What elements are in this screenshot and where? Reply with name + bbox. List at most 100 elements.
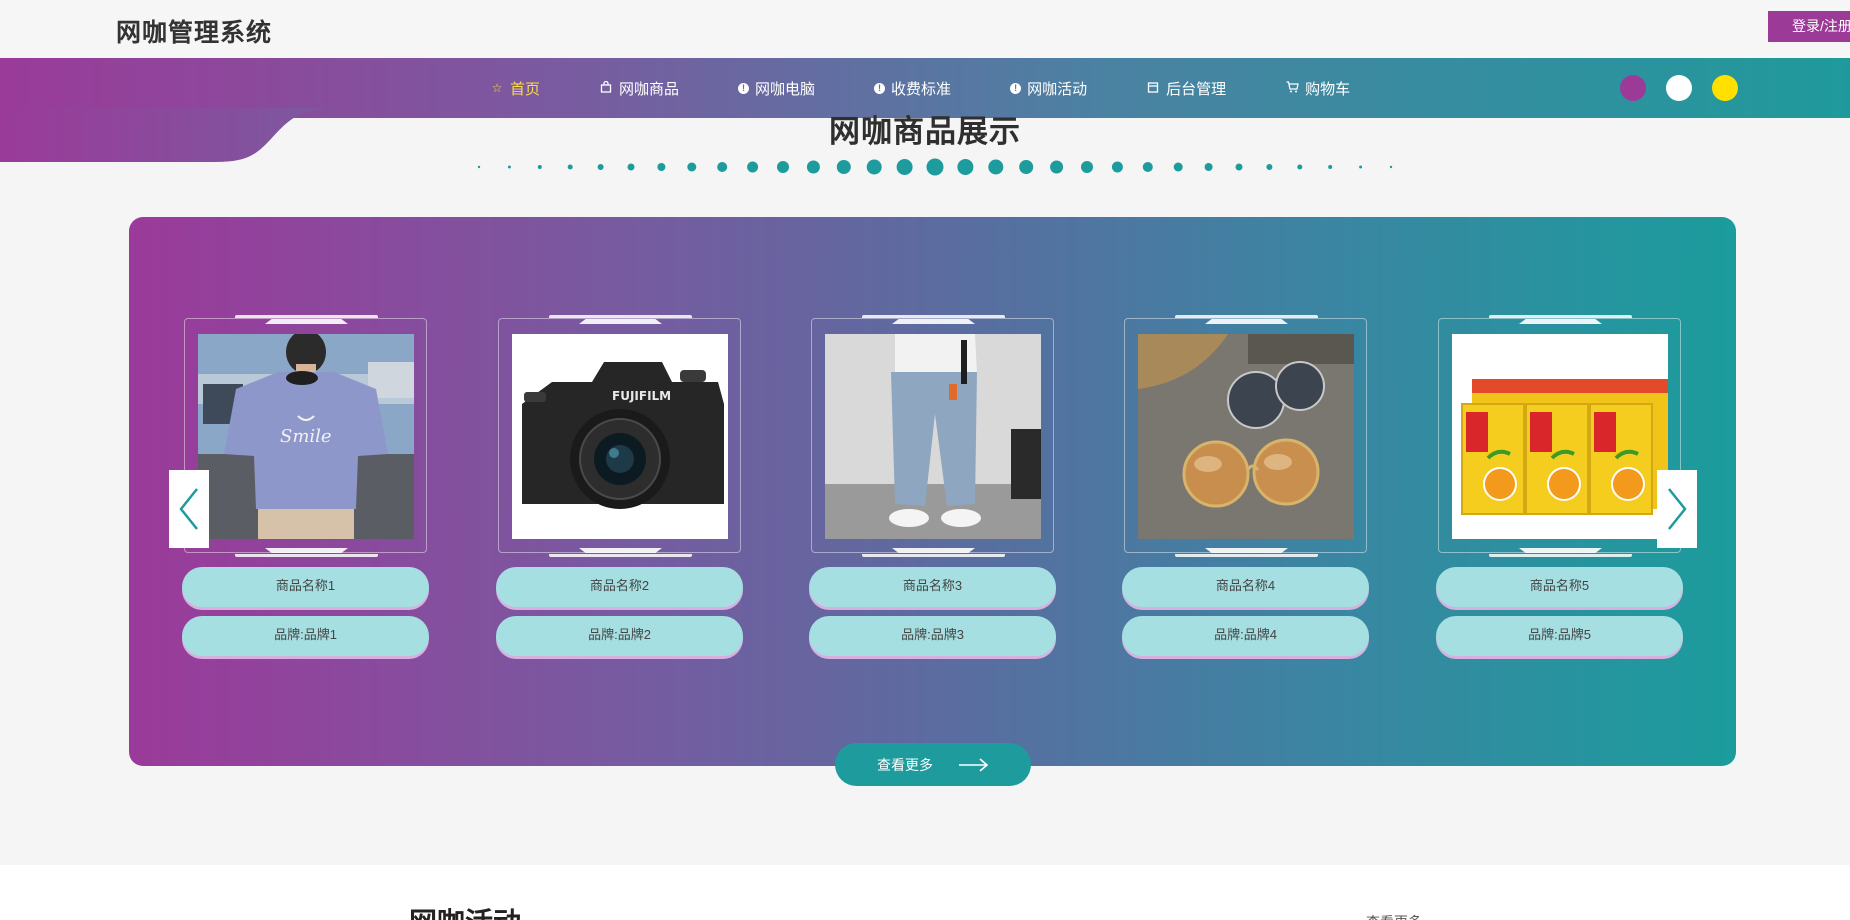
svg-text:Smile: Smile — [280, 426, 332, 447]
title-dot — [777, 161, 789, 173]
frame-decoration — [265, 319, 348, 324]
product-name[interactable]: 商品名称2 — [496, 567, 743, 607]
frame-decoration — [1519, 319, 1602, 324]
sunglasses-photo[interactable] — [1138, 334, 1354, 539]
frame-decoration — [1489, 550, 1632, 557]
nav-item-computers[interactable]: ! 网咖电脑 — [738, 78, 815, 99]
product-name[interactable]: 商品名称5 — [1436, 567, 1683, 607]
title-dot — [926, 158, 944, 176]
product-name[interactable]: 商品名称3 — [809, 567, 1056, 607]
activities-section: 网咖活动 查看更多» — [0, 865, 1850, 920]
title-dot — [747, 161, 759, 173]
site-title: 网咖管理系统 — [116, 19, 273, 47]
frame-decoration — [579, 319, 662, 324]
title-dot — [597, 164, 604, 170]
product-image-frame — [1438, 315, 1681, 557]
product-image-frame: Smile — [184, 315, 427, 557]
nav-item-label: 网咖电脑 — [755, 80, 816, 98]
product-brand: 品牌:品牌1 — [182, 616, 429, 656]
title-dot — [477, 165, 481, 169]
star-icon: ☆ — [491, 81, 503, 95]
title-dot — [1142, 162, 1153, 172]
chevron-right-icon — [1668, 488, 1687, 530]
product-brand: 品牌:品牌3 — [809, 616, 1056, 656]
title-dot — [1019, 160, 1034, 174]
title-dot — [1173, 162, 1183, 172]
title-dot — [1111, 161, 1123, 173]
top-bar: 网咖管理系统 登录/注册 — [0, 0, 1850, 58]
theme-purple-button[interactable] — [1620, 75, 1646, 101]
title-dot — [567, 164, 573, 170]
product-brand: 品牌:品牌2 — [496, 616, 743, 656]
theme-switcher — [1620, 75, 1758, 101]
theme-white-button[interactable] — [1666, 75, 1692, 101]
tshirt-photo[interactable]: Smile — [198, 334, 414, 539]
title-dot — [1050, 160, 1064, 174]
title-dot — [1235, 163, 1243, 171]
product-card[interactable]: 商品名称5 品牌:品牌5 — [1436, 315, 1684, 656]
nav-item-label: 网咖商品 — [619, 80, 680, 98]
jeans-photo[interactable] — [825, 334, 1041, 539]
title-dot — [806, 160, 820, 174]
nav-item-activities[interactable]: ! 网咖活动 — [1010, 78, 1087, 99]
title-dot — [627, 163, 635, 171]
info-icon: ! — [874, 82, 886, 94]
product-brand: 品牌:品牌5 — [1436, 616, 1683, 656]
title-dot — [1081, 161, 1093, 173]
frame-decoration — [549, 550, 692, 557]
title-dot — [657, 163, 666, 171]
arrow-right-icon — [959, 757, 989, 772]
title-dot — [1328, 165, 1333, 169]
title-dot — [866, 159, 882, 175]
title-dot — [988, 159, 1004, 175]
cart-icon — [1285, 81, 1299, 95]
frame-decoration — [892, 319, 975, 324]
info-icon: ! — [738, 82, 750, 94]
title-dot — [1266, 164, 1273, 170]
nav-item-label: 后台管理 — [1166, 80, 1227, 98]
title-dot — [537, 165, 542, 169]
login-register-button[interactable]: 登录/注册 — [1768, 11, 1850, 42]
box-icon — [1146, 81, 1160, 95]
title-dot — [1389, 165, 1393, 169]
nav-item-pricing[interactable]: ! 收费标准 — [874, 78, 951, 99]
carousel-next-button[interactable] — [1657, 470, 1697, 548]
title-dot — [507, 165, 511, 169]
view-more-activities-link[interactable]: 查看更多» — [1366, 912, 1430, 920]
product-image-frame — [811, 315, 1054, 557]
frame-decoration — [862, 550, 1005, 557]
title-dot — [1204, 163, 1213, 171]
frame-decoration — [1205, 319, 1288, 324]
theme-yellow-button[interactable] — [1712, 75, 1738, 101]
product-name[interactable]: 商品名称4 — [1122, 567, 1369, 607]
view-more-products-button[interactable]: 查看更多 — [835, 743, 1031, 786]
nav-item-home[interactable]: ☆ 首页 — [490, 78, 540, 99]
product-name[interactable]: 商品名称1 — [182, 567, 429, 607]
camera-photo[interactable]: FUJIFILM — [512, 334, 728, 539]
activities-section-title: 网咖活动 — [409, 901, 521, 920]
product-card[interactable]: 商品名称3 品牌:品牌3 — [809, 315, 1057, 656]
title-dots-decoration — [477, 158, 1393, 176]
nav-item-admin[interactable]: 后台管理 — [1146, 78, 1226, 99]
drink-photo[interactable] — [1452, 334, 1668, 539]
nav-item-products[interactable]: 网咖商品 — [599, 78, 679, 99]
nav-item-cart[interactable]: 购物车 — [1285, 78, 1350, 99]
title-dot — [717, 162, 728, 172]
title-dot — [896, 159, 913, 175]
chevron-left-icon — [179, 488, 198, 530]
frame-decoration — [235, 550, 378, 557]
product-card[interactable]: 商品名称4 品牌:品牌4 — [1122, 315, 1370, 656]
product-card[interactable]: Smile 商品名称1 品牌:品牌1 — [182, 315, 430, 656]
nav-item-label: 首页 — [510, 80, 541, 98]
product-card[interactable]: FUJIFILM 商品名称2 品牌:品牌2 — [496, 315, 744, 656]
nav-item-label: 收费标准 — [891, 80, 952, 98]
products-section-title: 网咖商品展示 — [829, 114, 1021, 149]
product-brand: 品牌:品牌4 — [1122, 616, 1369, 656]
title-dot — [836, 160, 851, 174]
frame-decoration — [1175, 550, 1318, 557]
product-image-frame — [1124, 315, 1367, 557]
carousel-prev-button[interactable] — [169, 470, 209, 548]
title-dot — [687, 162, 697, 172]
title-dot — [1297, 164, 1303, 170]
nav-item-label: 购物车 — [1305, 80, 1351, 98]
